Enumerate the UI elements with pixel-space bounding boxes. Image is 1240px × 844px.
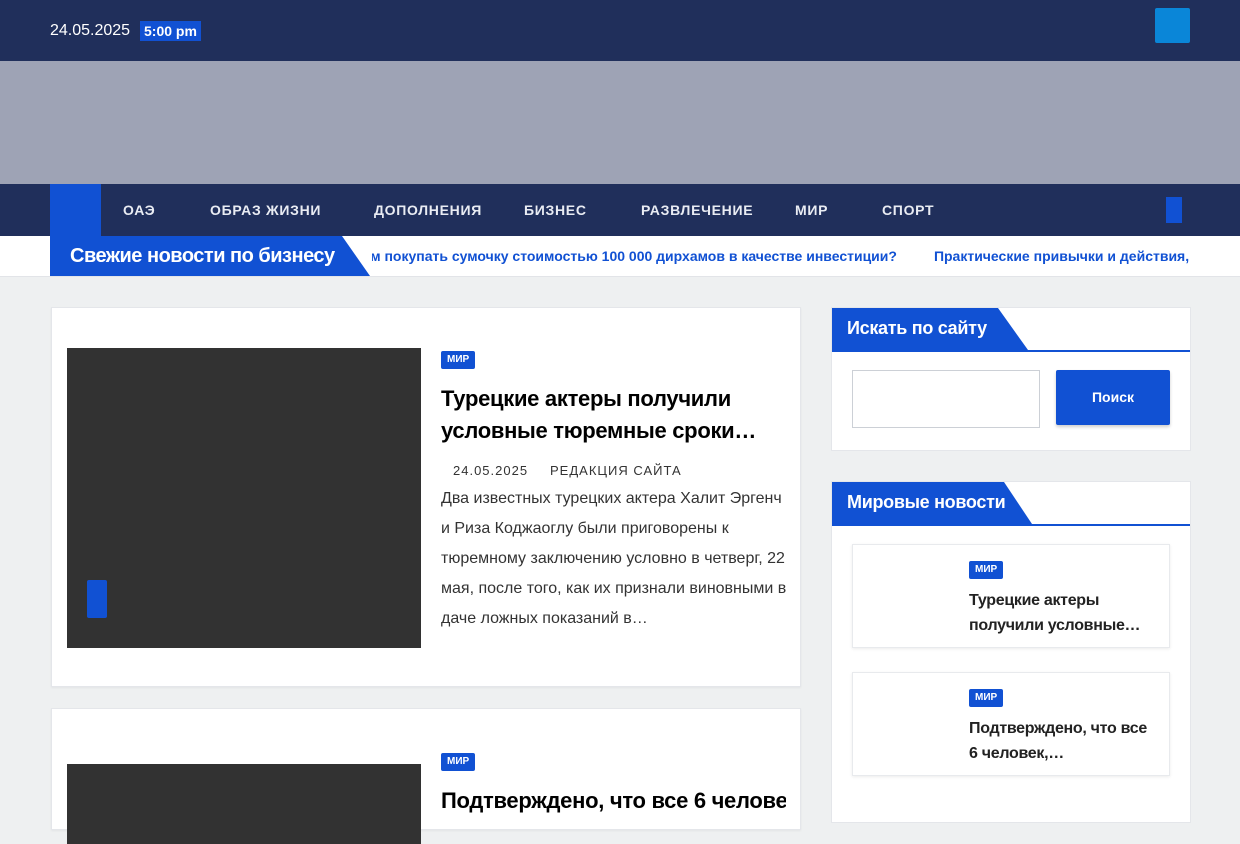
- widget-header: Мировые новости: [832, 482, 1190, 526]
- category-badge[interactable]: МИР: [969, 689, 1004, 707]
- mini-post[interactable]: МИР Подтверждено, что все 6 человек, нах…: [852, 672, 1170, 776]
- category-badge[interactable]: МИР: [969, 561, 1004, 579]
- header-banner: [0, 61, 1240, 184]
- current-time: 5:00 pm: [140, 21, 201, 41]
- nav-item-sport[interactable]: СПОРТ: [882, 202, 934, 218]
- ticker-title: Свежие новости по бизнесу: [50, 236, 370, 276]
- ticker-item[interactable]: вам покупать сумочку стоимостью 100 000 …: [372, 248, 897, 264]
- world-news-widget: Мировые новости МИР Турецкие актеры полу…: [831, 481, 1191, 823]
- main-nav: ОАЭ ОБРАЗ ЖИЗНИ ДОПОЛНЕНИЯ БИЗНЕС РАЗВЛЕ…: [0, 184, 1240, 236]
- category-badge[interactable]: МИР: [441, 351, 476, 369]
- widget-header: Искать по сайту: [832, 308, 1190, 352]
- post-thumbnail[interactable]: [67, 764, 421, 844]
- news-ticker: Свежие новости по бизнесу вам покупать с…: [0, 236, 1240, 277]
- post-title[interactable]: Подтверждено, что все 6 человек: [441, 785, 786, 817]
- search-input[interactable]: [852, 370, 1040, 428]
- post-title[interactable]: Турецкие актеры получили условные тюремн…: [441, 383, 786, 447]
- nav-item-business[interactable]: БИЗНЕС: [524, 202, 587, 218]
- post-date[interactable]: 24.05.2025: [453, 463, 528, 478]
- nav-item-uae[interactable]: ОАЭ: [123, 202, 155, 218]
- post-card: МИР Турецкие актеры получили условные тю…: [51, 307, 801, 687]
- menu-toggle-button[interactable]: [1155, 8, 1190, 43]
- ticker-title-text: Свежие новости по бизнесу: [70, 245, 335, 267]
- nav-item-world[interactable]: МИР: [795, 202, 828, 218]
- current-date: 24.05.2025: [50, 22, 131, 39]
- widget-title: Мировые новости: [847, 492, 1006, 512]
- home-icon[interactable]: [50, 184, 101, 236]
- ticker-track: вам покупать сумочку стоимостью 100 000 …: [372, 236, 1190, 276]
- ticker-item[interactable]: Практические привычки и действия, к: [934, 248, 1190, 264]
- top-bar: 24.05.2025 5:00 pm: [0, 0, 1240, 61]
- play-icon[interactable]: [87, 580, 107, 618]
- post-author[interactable]: РЕДАКЦИЯ САЙТА: [550, 463, 682, 478]
- mini-post-title[interactable]: Подтверждено, что все 6 человек, находив…: [969, 716, 1159, 766]
- nav-item-entertainment[interactable]: РАЗВЛЕЧЕНИЕ: [641, 202, 753, 218]
- post-thumbnail[interactable]: [67, 348, 421, 648]
- post-excerpt: Два известных турецких актера Халит Эрге…: [441, 490, 787, 627]
- widget-title: Искать по сайту: [847, 318, 987, 338]
- category-badge[interactable]: МИР: [441, 753, 476, 771]
- mini-post[interactable]: МИР Турецкие актеры получили условные…: [852, 544, 1170, 648]
- search-button[interactable]: Поиск: [1056, 370, 1170, 425]
- mini-post-title[interactable]: Турецкие актеры получили условные…: [969, 588, 1159, 638]
- nav-item-additions[interactable]: ДОПОЛНЕНИЯ: [374, 202, 482, 218]
- post-card: МИР Подтверждено, что все 6 человек: [51, 708, 801, 844]
- search-widget: Искать по сайту Поиск: [831, 307, 1191, 451]
- nav-item-lifestyle[interactable]: ОБРАЗ ЖИЗНИ: [210, 202, 321, 218]
- search-icon[interactable]: [1166, 197, 1182, 223]
